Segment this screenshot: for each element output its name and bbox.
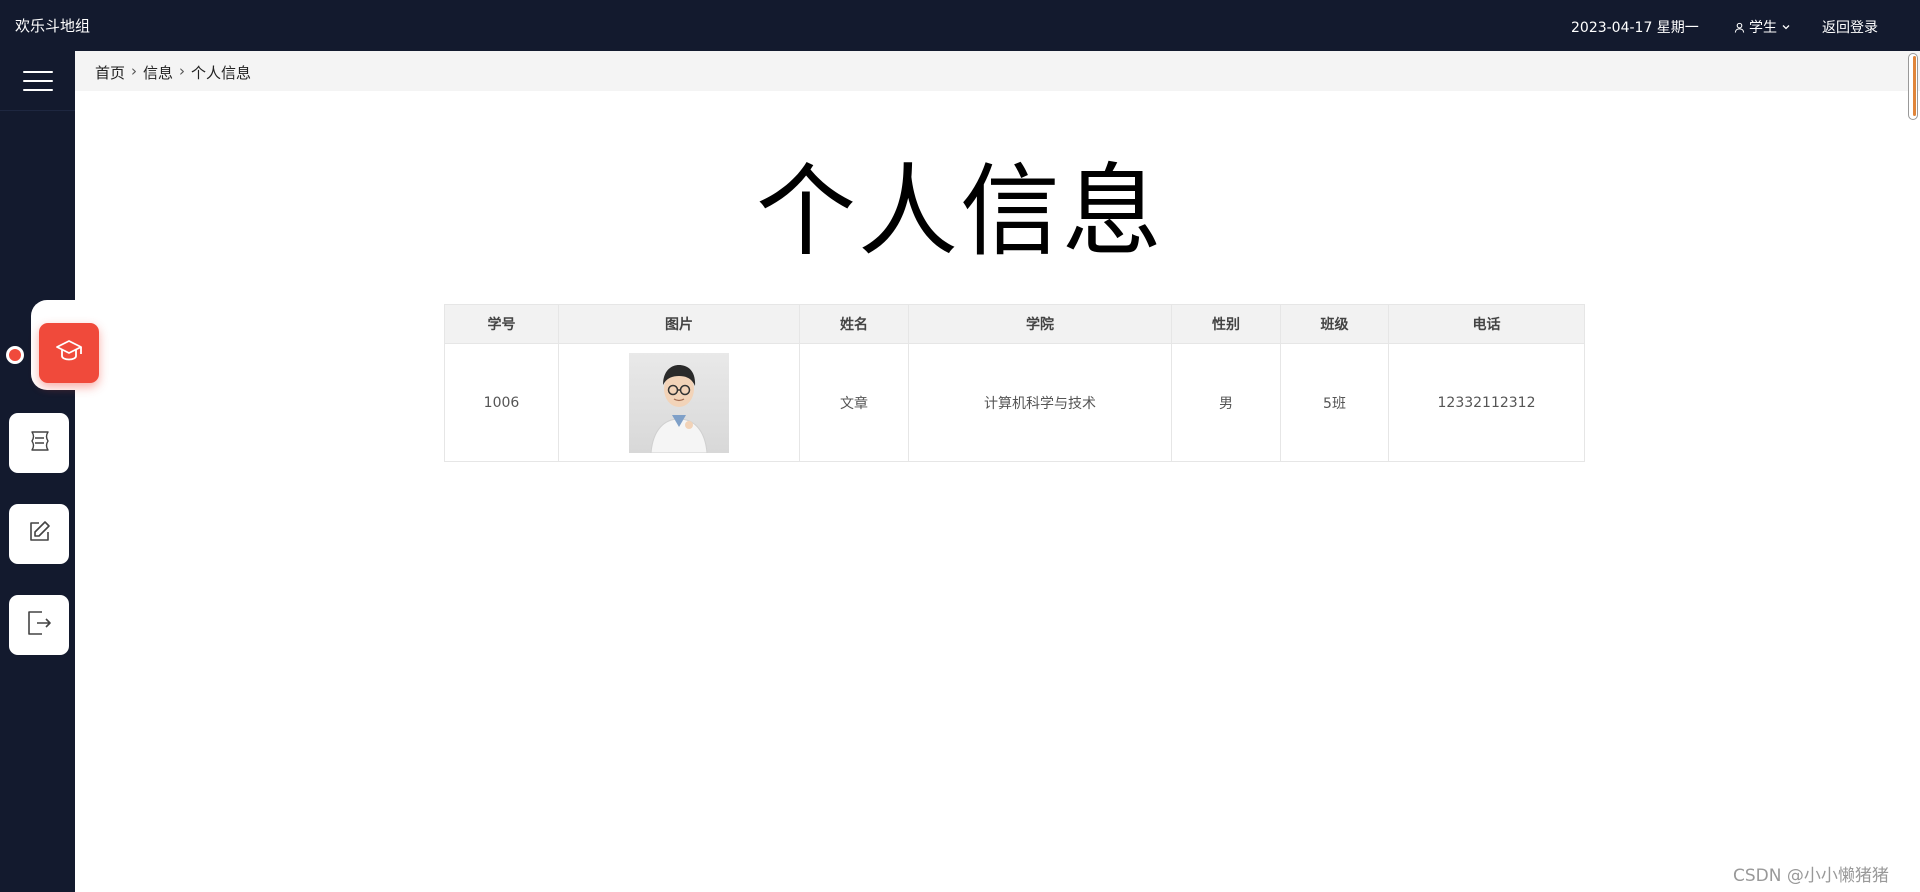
header-class: 班级 xyxy=(1280,304,1389,344)
scroll-icon xyxy=(24,426,54,460)
scrollbar-thumb[interactable] xyxy=(1913,56,1916,116)
active-indicator-dot xyxy=(6,346,24,364)
user-role-label: 学生 xyxy=(1749,20,1777,36)
chevron-down-icon xyxy=(1781,22,1791,32)
table-row: 1006 文章 计算机科学与技术 男 5班 12332112312 xyxy=(444,343,1585,462)
header-photo: 图片 xyxy=(558,304,800,344)
nav-student-info[interactable] xyxy=(39,323,99,383)
student-info-table: 学号 图片 姓名 学院 性别 班级 电话 1006 文章 计算机科学与技术 男 … xyxy=(444,304,1585,462)
page-title: 个人信息 xyxy=(756,153,1164,270)
cell-gender: 男 xyxy=(1171,343,1281,462)
cell-class: 5班 xyxy=(1280,343,1389,462)
app-title: 欢乐斗地组 xyxy=(15,17,91,35)
breadcrumb-info[interactable]: 信息 xyxy=(143,62,173,83)
current-date: 2023-04-17 星期一 xyxy=(1571,20,1699,36)
cell-student-id: 1006 xyxy=(444,343,559,462)
logout-icon xyxy=(24,608,54,642)
header-gender: 性别 xyxy=(1171,304,1281,344)
cell-college: 计算机科学与技术 xyxy=(908,343,1172,462)
header-phone: 电话 xyxy=(1388,304,1585,344)
header-college: 学院 xyxy=(908,304,1172,344)
breadcrumb-bar: 首页 › 信息 › 个人信息 xyxy=(75,51,1920,91)
sidebar-divider xyxy=(0,110,75,111)
scrollbar[interactable] xyxy=(1908,53,1918,120)
cell-name: 文章 xyxy=(799,343,909,462)
nav-logout[interactable] xyxy=(9,595,69,655)
header-student-id: 学号 xyxy=(444,304,559,344)
graduation-cap-icon xyxy=(54,336,84,370)
breadcrumb-home[interactable]: 首页 xyxy=(95,62,125,83)
nav-edit[interactable] xyxy=(9,504,69,564)
breadcrumb-separator: › xyxy=(131,62,138,80)
user-icon xyxy=(1734,22,1745,33)
breadcrumb: 首页 › 信息 › 个人信息 xyxy=(95,62,251,83)
edit-icon xyxy=(25,518,53,550)
cell-photo xyxy=(558,343,800,462)
header-name: 姓名 xyxy=(799,304,909,344)
hamburger-menu-icon[interactable] xyxy=(23,71,53,91)
top-bar: 欢乐斗地组 2023-04-17 星期一 学生 返回登录 xyxy=(0,0,1920,51)
nav-scroll[interactable] xyxy=(9,413,69,473)
watermark: CSDN @小小懒猪猪 xyxy=(1733,866,1889,886)
breadcrumb-current: 个人信息 xyxy=(191,64,252,82)
user-role-dropdown[interactable]: 学生 xyxy=(1734,17,1791,37)
student-avatar xyxy=(629,352,729,453)
breadcrumb-separator: › xyxy=(179,62,186,80)
cell-phone: 12332112312 xyxy=(1388,343,1585,462)
return-login-link[interactable]: 返回登录 xyxy=(1822,17,1878,37)
table-header-row: 学号 图片 姓名 学院 性别 班级 电话 xyxy=(444,304,1585,344)
